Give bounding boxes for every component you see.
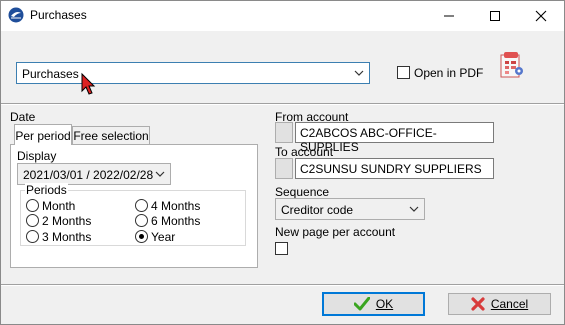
tab-per-period-label: Per period bbox=[15, 128, 71, 143]
date-label: Date bbox=[10, 110, 36, 124]
radio-year[interactable] bbox=[135, 230, 148, 243]
display-label: Display bbox=[17, 149, 57, 163]
open-in-pdf-checkbox[interactable] bbox=[397, 66, 410, 79]
tab-free-selection[interactable]: Free selection bbox=[72, 126, 150, 146]
sequence-select-value: Creditor code bbox=[281, 203, 354, 217]
tab-per-period[interactable]: Per period bbox=[14, 124, 72, 146]
close-icon bbox=[535, 10, 547, 22]
display-select-value: 2021/03/01 / 2022/02/28 bbox=[23, 168, 154, 182]
to-account-field[interactable]: C2SUNSU SUNDRY SUPPLIERS bbox=[295, 158, 494, 179]
maximize-icon bbox=[490, 11, 500, 21]
cancel-button-label: Cancel bbox=[490, 297, 529, 311]
ok-button-label: OK bbox=[375, 297, 394, 311]
radio-2-months[interactable] bbox=[26, 214, 39, 227]
minimize-icon bbox=[444, 15, 454, 17]
radio-4-months[interactable] bbox=[135, 199, 148, 212]
new-page-label: New page per account bbox=[275, 225, 396, 239]
open-in-pdf-label: Open in PDF bbox=[414, 66, 484, 80]
sequence-label: Sequence bbox=[275, 185, 330, 199]
tab-join bbox=[15, 144, 71, 146]
radio-3-months-label: 3 Months bbox=[42, 230, 92, 244]
bottom-separator bbox=[1, 284, 564, 286]
to-account-label: To account bbox=[275, 145, 334, 159]
app-logo-icon bbox=[8, 7, 24, 23]
report-select[interactable]: Purchases bbox=[16, 62, 370, 84]
display-select[interactable]: 2021/03/01 / 2022/02/28 bbox=[17, 163, 171, 185]
to-account-lookup-button[interactable] bbox=[275, 158, 293, 179]
top-separator bbox=[1, 103, 564, 105]
to-account-value: C2SUNSU SUNDRY SUPPLIERS bbox=[300, 162, 482, 176]
from-account-lookup-button[interactable] bbox=[275, 122, 293, 143]
report-select-value: Purchases bbox=[22, 67, 79, 81]
radio-3-months[interactable] bbox=[26, 230, 39, 243]
radio-year-label: Year bbox=[151, 230, 176, 244]
cancel-button[interactable]: Cancel bbox=[448, 293, 551, 315]
radio-month-label: Month bbox=[42, 199, 76, 213]
report-settings-icon[interactable] bbox=[497, 47, 527, 79]
radio-month[interactable] bbox=[26, 199, 39, 212]
cancel-x-icon bbox=[471, 297, 485, 311]
radio-6-months[interactable] bbox=[135, 214, 148, 227]
radio-6-months-label: 6 Months bbox=[151, 214, 201, 228]
check-icon bbox=[353, 297, 370, 311]
periods-label: Periods bbox=[25, 183, 68, 197]
from-account-field[interactable]: C2ABCOS ABC-OFFICE-SUPPLIES bbox=[295, 122, 494, 154]
window-title: Purchases bbox=[30, 8, 87, 22]
chevron-down-icon bbox=[409, 206, 419, 212]
radio-4-months-label: 4 Months bbox=[151, 199, 201, 213]
sequence-select[interactable]: Creditor code bbox=[275, 198, 425, 220]
maximize-button[interactable] bbox=[472, 1, 518, 31]
tab-free-selection-label: Free selection bbox=[73, 129, 149, 143]
close-button[interactable] bbox=[518, 1, 564, 31]
new-page-checkbox[interactable] bbox=[275, 242, 288, 255]
ok-button[interactable]: OK bbox=[322, 292, 425, 316]
minimize-button[interactable] bbox=[426, 1, 472, 31]
chevron-down-icon bbox=[155, 171, 165, 177]
radio-2-months-label: 2 Months bbox=[42, 214, 92, 228]
chevron-down-icon bbox=[354, 70, 364, 76]
mouse-cursor-icon bbox=[81, 72, 96, 95]
